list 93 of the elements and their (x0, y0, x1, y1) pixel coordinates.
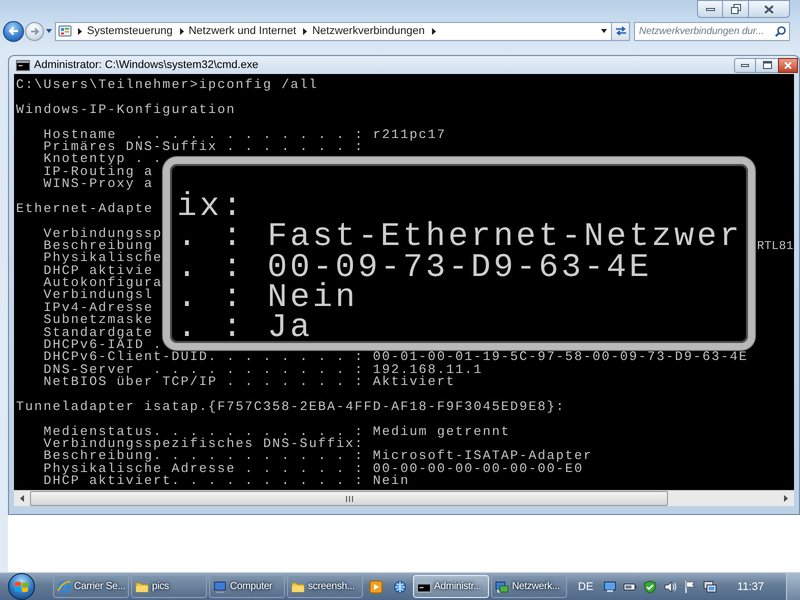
console-line: DHCPv6-IAID . (43, 338, 162, 352)
horizontal-scrollbar[interactable] (14, 490, 794, 506)
maximize-icon (762, 61, 772, 69)
console-icon (16, 60, 30, 70)
console-line: Primäres DNS-Suffix . . . . . . . : (43, 140, 364, 154)
breadcrumb-arrow-icon[interactable] (180, 28, 184, 34)
console-line: Medienstatus. . . . . . . . . . . : Medium getrennt (43, 426, 510, 438)
minimize-icon (741, 64, 749, 66)
magnified-text: . : 00-09-73-D9-63-4E (177, 252, 652, 283)
console-line: Autokonfigura (43, 277, 162, 290)
right-arrow-icon (784, 495, 788, 502)
browser-icon (57, 580, 71, 594)
taskbar-button[interactable]: Netzwerk... (491, 575, 567, 598)
back-button[interactable] (3, 20, 24, 42)
console-line: Beschreibung (43, 240, 154, 252)
address-bar[interactable]: Systemsteuerung Netzwerk und Internet Netzwerkverbindungen (55, 22, 612, 40)
console-line: DHCP aktivie (43, 264, 154, 277)
console-line: Hostname . . . . . . . . . . . . : r211pc17 (43, 128, 446, 141)
console-line: Physikalische (43, 252, 162, 265)
play-icon (369, 580, 383, 594)
network-icon[interactable] (703, 580, 718, 594)
taskbar-button[interactable]: Computer (209, 575, 285, 598)
window-title: Administrator: C:\Windows\system32\cmd.exe (34, 58, 258, 72)
breadcrumb-arrow-icon[interactable] (78, 28, 82, 34)
breadcrumb-item[interactable]: Netzwerk und Internet (188, 22, 298, 40)
console-line: IP-Routing a (43, 166, 154, 178)
console-line: Beschreibung. . . . . . . . . . . : Microsoft-ISATAP-Adapter (43, 450, 593, 463)
maximize-button[interactable] (756, 58, 778, 72)
console-line: Standardgate (43, 326, 154, 339)
console-line: Verbindungssp (43, 228, 162, 240)
search-field[interactable]: Netzwerkverbindungen dur... (634, 22, 790, 40)
magnified-text: ix: (177, 192, 245, 222)
console-line: Physikalische Adresse . . . . . . : 00-00-00-00-00-00-00-E0 (43, 462, 584, 475)
shield-check-icon[interactable] (643, 580, 658, 594)
console-line: C:\Users\Teilnehmer>ipconfig /all (16, 79, 318, 92)
console-line: Verbindungsl (43, 289, 154, 302)
console-line: Subnetzmaske (43, 314, 154, 326)
close-button[interactable] (748, 0, 790, 18)
minimize-button[interactable] (734, 58, 756, 72)
console-line: NetBIOS über TCP/IP . . . . . . . : Aktiviert (43, 376, 456, 388)
network-icon (495, 580, 509, 594)
speaker-icon[interactable] (663, 580, 678, 594)
caret-icon (46, 29, 52, 33)
folder-icon (135, 580, 149, 594)
breadcrumb-item[interactable]: Systemsteuerung (86, 22, 174, 40)
console-line: Knotentyp . . (43, 153, 162, 166)
restore-button[interactable] (723, 0, 748, 18)
left-arrow-icon (20, 495, 24, 502)
console-line: Tunneladapter isatap.{F757C358-2EBA-4FFD-AF18-F9F3045ED9E8}: (16, 400, 566, 414)
flag-logo-icon (15, 580, 28, 592)
search-icon[interactable] (775, 26, 786, 36)
console-line: DNS-Server . . . . . . . . . . . : 192.168.11.1 (43, 364, 483, 376)
caret-icon (601, 29, 607, 33)
taskbar-button[interactable]: Administr... (413, 575, 489, 598)
clock[interactable]: 11:37 (737, 580, 764, 594)
console-line: IPv4-Adresse (43, 302, 154, 314)
minimize-icon (706, 8, 714, 10)
control-panel-icon (58, 24, 72, 38)
folder-icon (291, 580, 305, 594)
computer-icon (213, 580, 227, 594)
language-indicator[interactable]: DE (578, 580, 594, 594)
refresh-button[interactable] (612, 22, 630, 40)
taskbar-button[interactable]: pics (131, 575, 207, 598)
console-line: Windows-IP-Konfiguration (16, 104, 236, 116)
grip-icon (346, 496, 352, 502)
minimize-button[interactable] (697, 0, 723, 18)
forward-arrow-icon (30, 26, 40, 36)
close-button[interactable] (778, 58, 798, 72)
console-line: DHCPv6-Client-DUID. . . . . . . . : 00-01-00-01-19-5C-97-58-00-09-73-D9-63-4E (43, 351, 748, 364)
breadcrumb-arrow-icon[interactable] (432, 28, 436, 34)
breadcrumb-item[interactable]: Netzwerkverbindungen (311, 22, 426, 40)
magnified-text: . : Fast-Ethernet-Netzwer (177, 222, 742, 253)
console-line: WINS-Proxy a (43, 178, 154, 190)
back-arrow-icon (8, 26, 19, 36)
restore-icon (730, 4, 740, 14)
taskbar-button[interactable]: Carrier Se... (53, 575, 129, 598)
monitor-icon[interactable] (603, 580, 618, 594)
magnified-text: . : Ja (177, 313, 313, 343)
console-icon (417, 580, 431, 594)
close-icon (784, 62, 792, 68)
start-button[interactable] (8, 573, 35, 600)
scrollbar-thumb[interactable] (30, 491, 668, 506)
magnified-text: . : Nein (177, 282, 358, 314)
console-line: DHCP aktiviert. . . . . . . . . . : Nein (43, 475, 410, 488)
close-icon (764, 4, 774, 14)
globe-icon (393, 580, 407, 594)
console-line: RTL81 (756, 240, 794, 252)
breadcrumb-arrow-icon[interactable] (303, 28, 308, 34)
console-line: Verbindungsspezifisches DNS-Suffix: (43, 438, 364, 450)
taskbar-button[interactable]: screensh... (287, 575, 363, 598)
refresh-icon (614, 26, 626, 36)
flag-icon[interactable] (683, 580, 698, 594)
console-line: Ethernet-Adapte (16, 202, 154, 216)
